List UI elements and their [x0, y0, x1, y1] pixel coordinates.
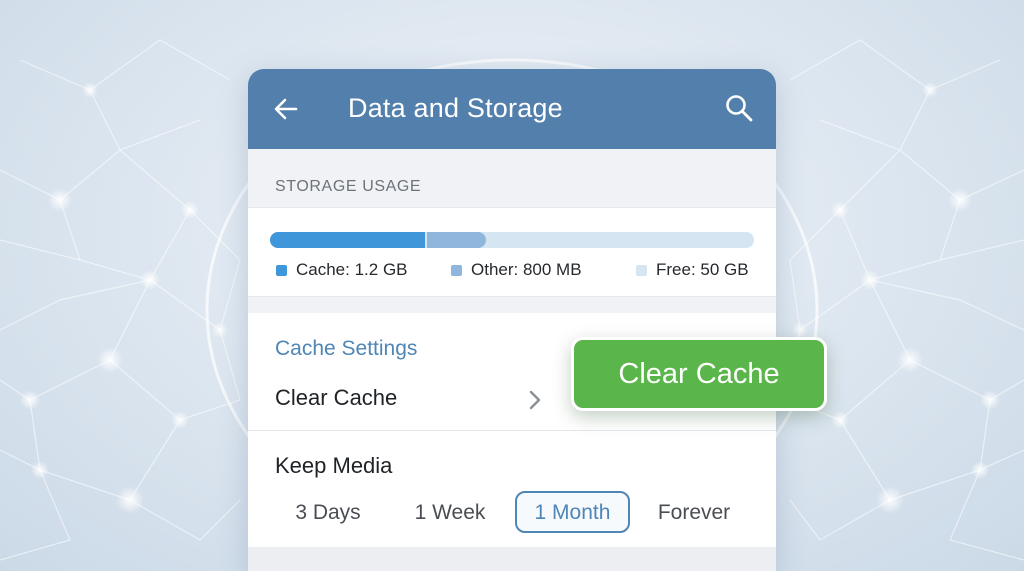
legend-swatch-other — [451, 264, 462, 276]
app-header: Data and Storage — [248, 69, 776, 149]
usage-bar-other-segment — [427, 232, 486, 248]
usage-bar-cache-segment — [270, 232, 425, 248]
legend-item-cache: Cache: 1.2 GB — [276, 260, 408, 280]
keep-media-label: Keep Media — [275, 453, 393, 478]
keep-media-option-1-month[interactable]: 1 Month — [515, 491, 630, 533]
panel-bottom-strip — [248, 547, 776, 571]
keep-media-option-1-week[interactable]: 1 Week — [400, 491, 500, 533]
storage-usage-bar — [270, 232, 754, 248]
legend-item-free: Free: 50 GB — [636, 260, 749, 280]
legend-swatch-cache — [276, 264, 287, 276]
legend-label-other: Other: 800 MB — [471, 260, 582, 279]
legend-swatch-free — [636, 264, 647, 276]
legend-item-other: Other: 800 MB — [451, 260, 582, 280]
page-title: Data and Storage — [348, 93, 563, 123]
clear-cache-row-label: Clear Cache — [275, 385, 398, 410]
cache-settings-heading: Cache Settings — [275, 337, 418, 360]
storage-usage-label: STORAGE USAGE — [275, 178, 422, 195]
data-storage-panel: Data and Storage STORAGE USAGE Cache: 1.… — [248, 69, 776, 571]
legend-label-free: Free: 50 GB — [656, 260, 749, 279]
clear-cache-button[interactable]: Clear Cache — [571, 337, 827, 411]
keep-media-option-forever[interactable]: Forever — [644, 491, 744, 533]
keep-media-option-3-days[interactable]: 3 Days — [278, 491, 378, 533]
search-icon[interactable] — [724, 93, 754, 123]
legend-label-cache: Cache: 1.2 GB — [296, 260, 408, 279]
storage-usage-panel: Cache: 1.2 GB Other: 800 MB Free: 50 GB — [248, 207, 776, 297]
arrow-left-icon[interactable] — [272, 95, 300, 123]
chevron-right-icon — [529, 390, 541, 410]
